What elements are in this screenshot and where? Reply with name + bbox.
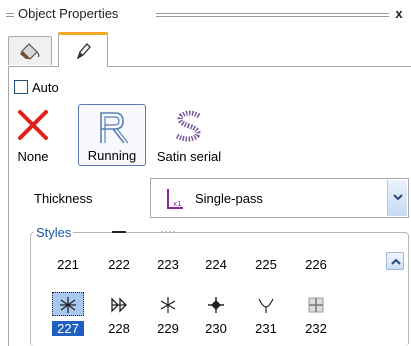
style-number: 229: [157, 321, 179, 336]
style-number: 223: [157, 257, 179, 272]
running-r-icon: [100, 112, 129, 144]
satin-s-icon: [175, 110, 201, 142]
styles-scroll-up-button[interactable]: [386, 252, 404, 270]
close-button[interactable]: x: [392, 6, 406, 22]
stitch-satin-serial-button[interactable]: Satin serial: [150, 104, 228, 166]
tab-fill[interactable]: [8, 36, 52, 65]
stitch-running-label: Running: [87, 148, 137, 163]
style-223-icon: [161, 231, 175, 233]
style-number: 227: [52, 321, 84, 336]
title-grip-right: [156, 13, 389, 17]
paint-bucket-icon: [20, 43, 40, 60]
style-cell-232[interactable]: 232: [296, 290, 336, 336]
style-cell-222[interactable]: 222: [99, 226, 139, 272]
style-cell-225[interactable]: 225: [246, 226, 286, 272]
style-228-icon: [111, 297, 127, 313]
style-number: 222: [108, 257, 130, 272]
style-231-icon: [258, 298, 274, 313]
thickness-label: Thickness: [34, 191, 93, 206]
style-number: 231: [255, 321, 277, 336]
style-232-icon: [308, 297, 324, 313]
style-cell-224[interactable]: 224: [196, 226, 236, 272]
title-bar[interactable]: Object Properties x: [0, 6, 411, 24]
style-cell-228[interactable]: 228: [99, 290, 139, 336]
style-230-icon: [208, 297, 224, 313]
thickness-value: Single-pass: [195, 191, 263, 206]
style-cell-221[interactable]: 221: [48, 226, 88, 272]
style-cell-229[interactable]: 229: [148, 290, 188, 336]
style-222-icon: [112, 231, 126, 233]
title-grip-left: [6, 13, 14, 17]
chevron-up-icon: [391, 258, 401, 265]
style-229-icon: [160, 297, 176, 313]
style-cell-230[interactable]: 230: [196, 290, 236, 336]
style-number: 232: [305, 321, 327, 336]
style-cell-227[interactable]: 227: [48, 290, 88, 336]
style-number: 226: [305, 257, 327, 272]
style-number: 228: [108, 321, 130, 336]
style-cell-226[interactable]: 226: [296, 226, 336, 272]
single-pass-icon: x1: [167, 189, 183, 209]
style-cell-223[interactable]: 223: [148, 226, 188, 272]
stitch-none-label: None: [17, 149, 49, 164]
style-227-icon: [60, 297, 76, 313]
red-x-icon: [18, 110, 48, 140]
style-number: 224: [205, 257, 227, 272]
style-number: 230: [205, 321, 227, 336]
style-cell-231[interactable]: 231: [246, 290, 286, 336]
style-number: 225: [255, 257, 277, 272]
svg-text:x1: x1: [173, 200, 182, 208]
pen-icon: [76, 43, 91, 60]
style-number: 221: [57, 257, 79, 272]
stitch-running-button[interactable]: Running: [78, 104, 146, 166]
auto-label: Auto: [32, 80, 59, 95]
thickness-dropdown-button[interactable]: [387, 180, 407, 216]
tab-outline[interactable]: [58, 32, 108, 67]
thickness-select[interactable]: x1 Single-pass: [150, 178, 409, 218]
object-properties-panel: Object Properties x Auto None Running Sa…: [0, 0, 411, 346]
stitch-none-button[interactable]: None: [10, 104, 56, 166]
stitch-satin-serial-label: Satin serial: [156, 149, 222, 164]
chevron-down-icon: [393, 194, 403, 201]
auto-checkbox[interactable]: [14, 80, 28, 94]
panel-title: Object Properties: [18, 6, 119, 21]
